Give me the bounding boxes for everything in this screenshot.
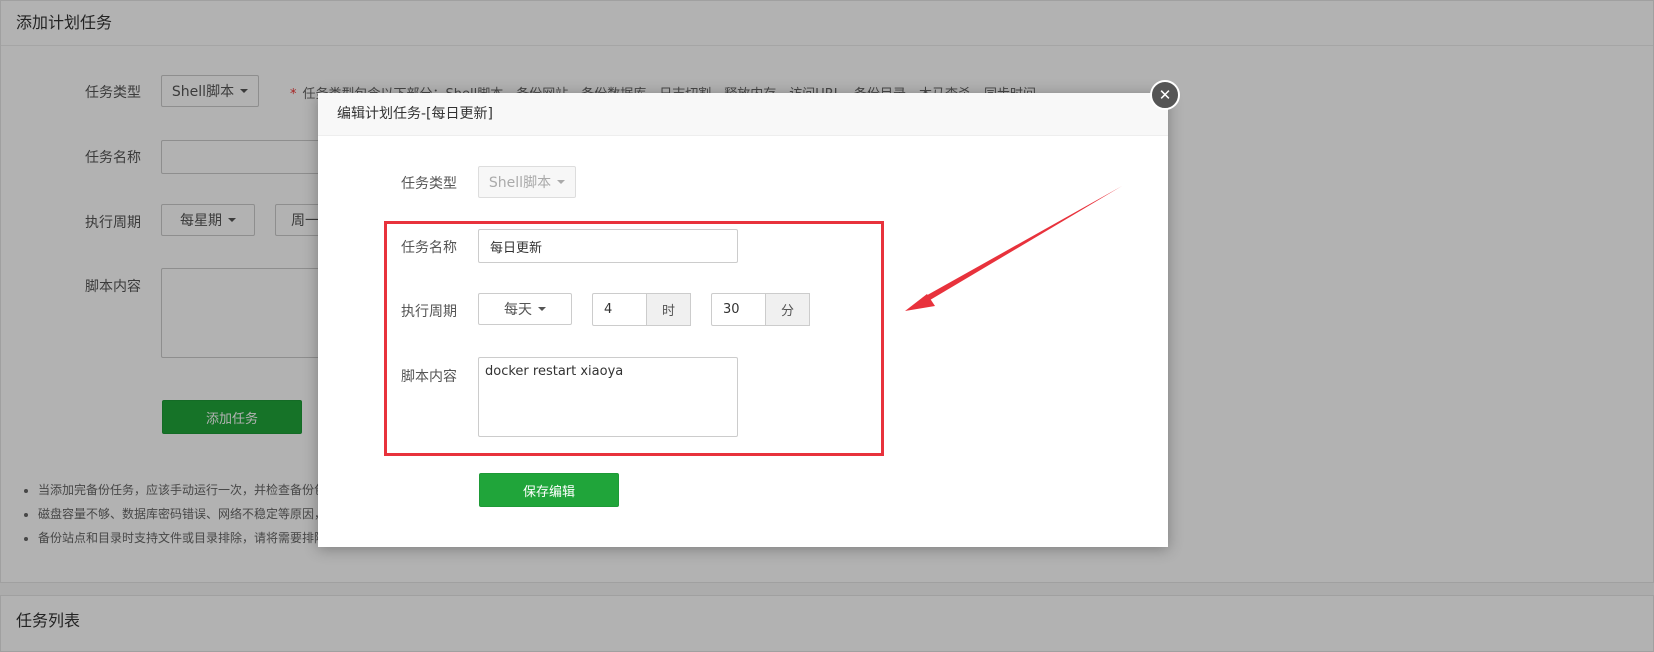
annotation-arrow-icon [905, 186, 1122, 311]
